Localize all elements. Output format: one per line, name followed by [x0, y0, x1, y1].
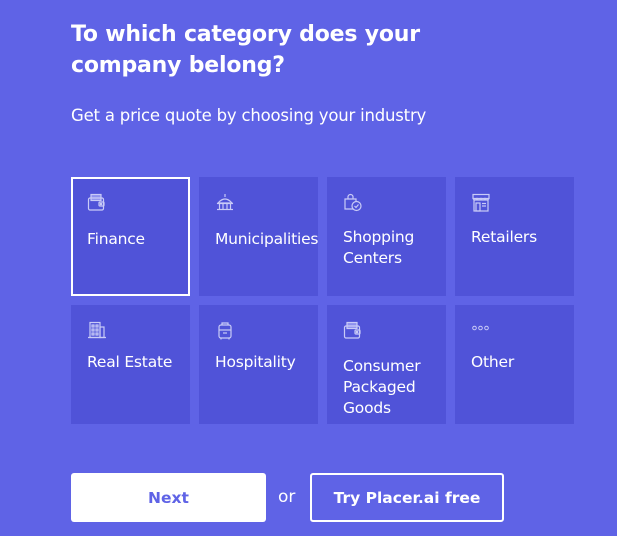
wallet-icon: [87, 193, 107, 213]
wallet-icon: [343, 321, 363, 341]
suitcase-icon: [215, 321, 235, 341]
category-label: Shopping Centers: [343, 228, 415, 267]
category-other[interactable]: Other: [455, 305, 574, 424]
try-free-button[interactable]: Try Placer.ai free: [310, 473, 504, 522]
government-building-icon: [215, 193, 235, 213]
ellipsis-icon: [471, 321, 491, 341]
office-building-icon: [87, 321, 107, 341]
category-shopping-centers[interactable]: Shopping Centers: [327, 177, 446, 296]
page-subtitle: Get a price quote by choosing your indus…: [71, 106, 427, 125]
category-label: Other: [471, 353, 515, 371]
category-label: Consumer Packaged Goods: [343, 357, 421, 417]
category-grid: Finance Municipalities Shopping Centers: [71, 177, 574, 424]
category-label: Finance: [87, 230, 145, 248]
page-title: To which category does your company belo…: [71, 22, 420, 78]
category-hospitality[interactable]: Hospitality: [199, 305, 318, 424]
shopping-bag-check-icon: [343, 193, 363, 213]
category-label: Hospitality: [215, 353, 296, 371]
category-real-estate[interactable]: Real Estate: [71, 305, 190, 424]
category-label: Real Estate: [87, 353, 173, 371]
category-retailers[interactable]: Retailers: [455, 177, 574, 296]
category-consumer-packaged-goods[interactable]: Consumer Packaged Goods: [327, 305, 446, 424]
category-municipalities[interactable]: Municipalities: [199, 177, 319, 296]
category-finance[interactable]: Finance: [71, 177, 190, 296]
or-separator: or: [278, 487, 296, 507]
category-label: Municipalities: [215, 230, 319, 248]
next-button[interactable]: Next: [71, 473, 266, 522]
category-label: Retailers: [471, 228, 537, 246]
storefront-icon: [471, 193, 491, 213]
